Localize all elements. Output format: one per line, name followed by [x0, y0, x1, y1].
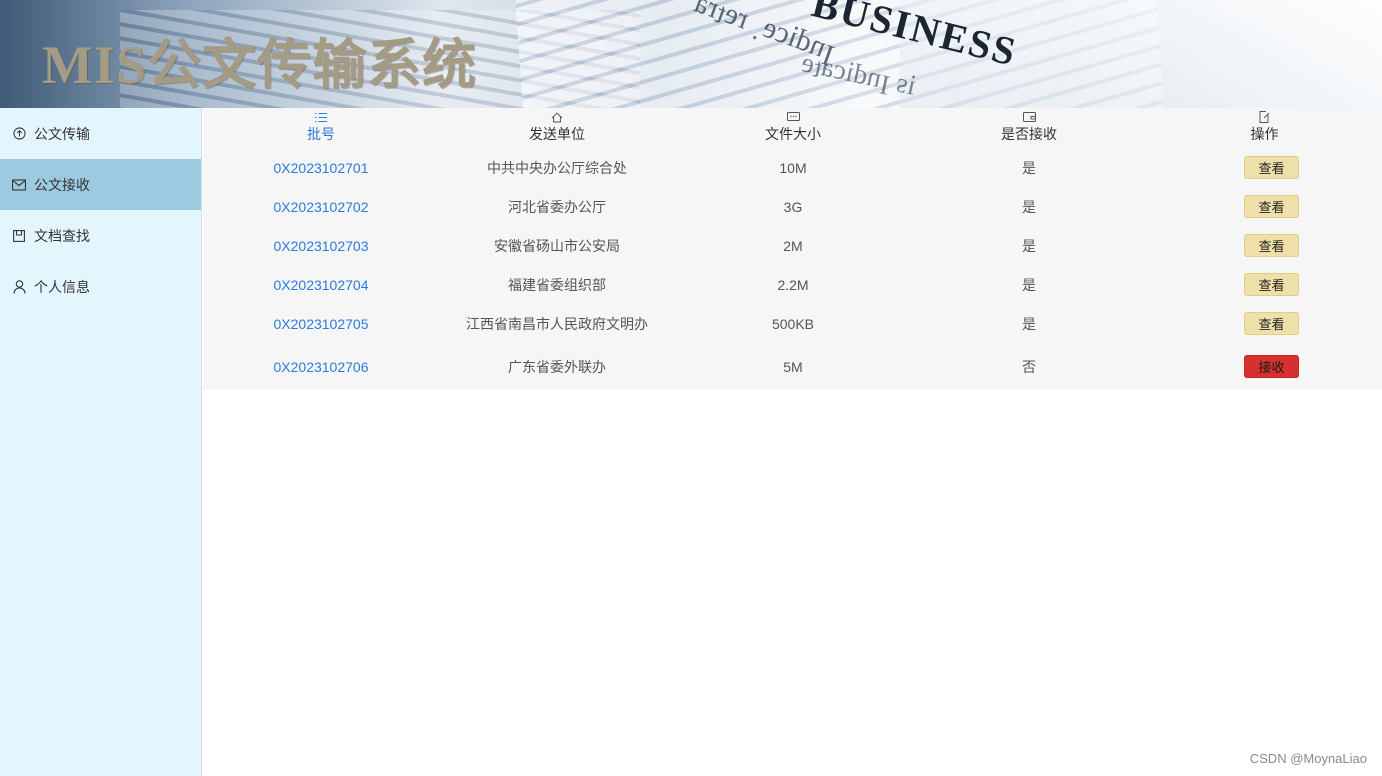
file-size-cell: 3G	[783, 198, 803, 215]
column-label: 操作	[1250, 126, 1279, 142]
action-cell: 查看	[1147, 273, 1382, 296]
file-size-cell: 2.2M	[777, 276, 809, 293]
received-cell: 是	[1022, 315, 1036, 332]
column-header-actions[interactable]: 操作	[1147, 108, 1382, 148]
column-label: 发送单位	[529, 126, 585, 142]
table-row: 0X2023102705 江西省南昌市人民政府文明办 500KB 是 查看	[203, 304, 1382, 343]
file-size-cell: 5M	[783, 358, 803, 375]
table-row: 0X2023102706 广东省委外联办 5M 否 接收	[203, 343, 1382, 390]
table-row: 0X2023102704 福建省委组织部 2.2M 是 查看	[203, 265, 1382, 304]
batch-number-link[interactable]: 0X2023102703	[203, 238, 439, 254]
edit-doc-icon	[1259, 110, 1270, 124]
received-cell: 是	[1022, 159, 1036, 176]
table-header: 批号 发送单位 文件大小 是否接收 操作	[203, 108, 1382, 148]
received-cell: 是	[1022, 198, 1036, 215]
received-cell: 是	[1022, 276, 1036, 293]
sender-cell: 河北省委办公厅	[508, 198, 606, 215]
batch-number-link[interactable]: 0X2023102702	[203, 199, 439, 215]
file-size-cell: 500KB	[771, 315, 815, 332]
sidebar-item-document-receive[interactable]: 公文接收	[0, 159, 201, 210]
action-cell: 接收	[1147, 355, 1382, 378]
wallet-icon	[1022, 110, 1036, 124]
column-label: 批号	[307, 126, 335, 142]
sidebar-item-label: 文档查找	[34, 227, 90, 244]
action-cell: 查看	[1147, 234, 1382, 257]
upload-circle-icon	[12, 127, 26, 141]
batch-number-link[interactable]: 0X2023102704	[203, 277, 439, 293]
batch-number-link[interactable]: 0X2023102706	[203, 359, 439, 375]
sender-cell: 安徽省砀山市公安局	[494, 237, 620, 254]
view-button[interactable]: 查看	[1244, 156, 1299, 179]
view-button[interactable]: 查看	[1244, 195, 1299, 218]
sender-cell: 中共中央办公厅综合处	[487, 159, 627, 176]
list-icon	[315, 110, 327, 124]
column-header-sender[interactable]: 发送单位	[439, 108, 675, 148]
receive-button[interactable]: 接收	[1244, 355, 1299, 378]
received-cell: 否	[1022, 358, 1036, 375]
home-icon	[551, 110, 563, 124]
column-label: 文件大小	[765, 126, 821, 142]
action-cell: 查看	[1147, 156, 1382, 179]
archive-icon	[12, 229, 26, 243]
mail-icon	[12, 178, 26, 192]
view-button[interactable]: 查看	[1244, 273, 1299, 296]
document-table: 批号 发送单位 文件大小 是否接收 操作 0X2023102701 中共中央办公…	[203, 108, 1382, 390]
sidebar-item-document-transfer[interactable]: 公文传输	[0, 108, 201, 159]
table-row: 0X2023102701 中共中央办公厅综合处 10M 是 查看	[203, 148, 1382, 187]
table-row: 0X2023102703 安徽省砀山市公安局 2M 是 查看	[203, 226, 1382, 265]
file-size-cell: 10M	[779, 159, 807, 176]
user-icon	[12, 279, 26, 294]
batch-number-link[interactable]: 0X2023102705	[203, 316, 439, 332]
sidebar-item-document-search[interactable]: 文档查找	[0, 210, 201, 261]
column-header-received[interactable]: 是否接收	[911, 108, 1147, 148]
sidebar-item-label: 公文接收	[34, 176, 90, 193]
view-button[interactable]: 查看	[1244, 234, 1299, 257]
column-header-batch-number[interactable]: 批号	[203, 108, 439, 148]
column-label: 是否接收	[1001, 126, 1057, 142]
sender-cell: 福建省委组织部	[508, 276, 606, 293]
column-header-file-size[interactable]: 文件大小	[675, 108, 911, 148]
sidebar-item-personal-info[interactable]: 个人信息	[0, 261, 201, 312]
header-banner: ɐɹʇǝɹ ˙ǝɔᴉpuI ǝʇɐɔᴉpuI sᴉ BUSINESS MIS公文…	[0, 0, 1382, 108]
sender-cell: 广东省委外联办	[508, 358, 606, 375]
batch-number-link[interactable]: 0X2023102701	[203, 160, 439, 176]
sender-cell: 江西省南昌市人民政府文明办	[466, 315, 648, 332]
sidebar-item-label: 个人信息	[34, 278, 90, 295]
message-dots-icon	[786, 110, 800, 124]
file-size-cell: 2M	[783, 237, 803, 254]
table-row: 0X2023102702 河北省委办公厅 3G 是 查看	[203, 187, 1382, 226]
sidebar: 公文传输 公文接收 文档查找 个人信息	[0, 108, 202, 776]
footer-credit: CSDN @MoynaLiao	[1249, 751, 1367, 766]
sidebar-item-label: 公文传输	[34, 125, 90, 142]
action-cell: 查看	[1147, 195, 1382, 218]
app-title: MIS公文传输系统	[42, 35, 478, 95]
received-cell: 是	[1022, 237, 1036, 254]
view-button[interactable]: 查看	[1244, 312, 1299, 335]
action-cell: 查看	[1147, 312, 1382, 335]
